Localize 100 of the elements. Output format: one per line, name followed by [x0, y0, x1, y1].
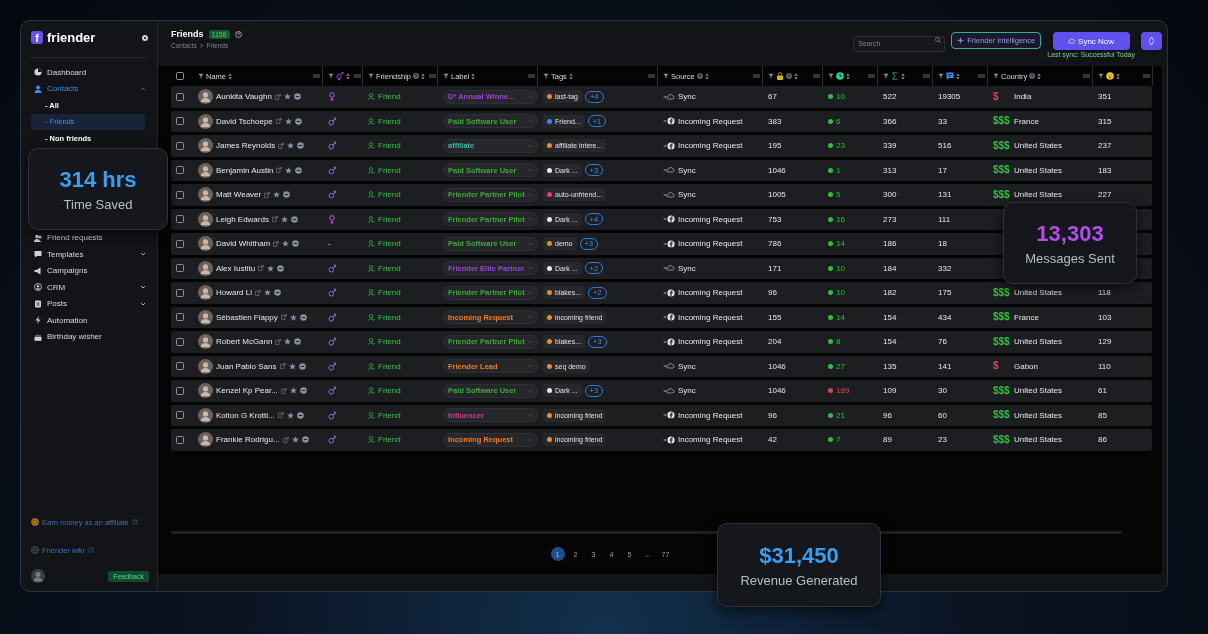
contact-name[interactable]: Aunkita Vaughn: [216, 92, 272, 102]
checkbox[interactable]: [176, 190, 184, 199]
person-check-icon: [368, 313, 375, 321]
wealth-indicator: $$$: [993, 189, 1010, 200]
nav-item[interactable]: CRM: [31, 279, 149, 296]
contact-name[interactable]: Benjamin Austin: [216, 165, 274, 175]
avatar-icon: [198, 260, 213, 276]
person-icon: [34, 84, 42, 93]
table-cell-text: 516: [937, 140, 953, 153]
table-cell-text: 23: [937, 434, 948, 447]
nav-item[interactable]: Automation: [31, 312, 149, 329]
star-icon: [287, 142, 295, 150]
external-link-icon: [278, 142, 285, 149]
nav-item[interactable]: Contacts: [31, 80, 149, 97]
checkbox[interactable]: [176, 92, 184, 101]
female-icon: [328, 214, 336, 224]
country-name: United States: [1014, 190, 1063, 200]
checkbox[interactable]: [176, 337, 184, 346]
wealth-indicator: $$$: [993, 165, 1010, 176]
nav-item[interactable]: Birthday wisher: [31, 328, 149, 345]
country-name: United States: [1014, 337, 1063, 347]
nav-item[interactable]: Friend requests: [31, 229, 149, 246]
friendship-status: Friend: [378, 116, 401, 126]
table-cell-text: 30: [937, 385, 948, 398]
table-cell-text: 522: [882, 91, 898, 104]
nav-item[interactable]: Dashboard: [31, 64, 149, 81]
checkbox[interactable]: [176, 166, 184, 175]
checkbox[interactable]: [176, 288, 184, 297]
nav-item[interactable]: Templates: [31, 246, 149, 263]
external-link-icon: [258, 265, 265, 272]
person-check-icon: [368, 93, 375, 101]
source-text: Incoming Request: [678, 288, 743, 298]
source-text: Sync: [678, 263, 696, 273]
contact-name[interactable]: Kenzel Kp Pear...: [216, 386, 278, 396]
checkbox[interactable]: [176, 141, 184, 150]
lightning-icon: [34, 316, 42, 325]
contact-name[interactable]: Sébastien Flappy: [216, 312, 278, 322]
checkbox[interactable]: [176, 117, 184, 126]
external-link-icon: [271, 216, 278, 223]
avatar-icon: [198, 113, 213, 129]
country-name: United States: [1014, 435, 1063, 445]
sync-button[interactable]: Sync Now: [1052, 32, 1130, 50]
table-cell-text: 111: [937, 213, 952, 226]
checkbox[interactable]: [176, 386, 184, 395]
wealth-indicator: $$$: [993, 410, 1010, 421]
external-link-icon: [131, 519, 138, 525]
star-icon: [286, 411, 294, 419]
contact-name[interactable]: Kolton G Krottl...: [216, 410, 275, 420]
avatar-icon: [198, 89, 213, 105]
contact-name[interactable]: Robert McGann: [216, 337, 273, 347]
person-check-icon: [368, 215, 375, 223]
source-text: Sync: [678, 386, 696, 396]
minus-circle-icon: [293, 93, 301, 101]
source-text: Incoming Request: [678, 141, 743, 151]
table-cell: 315: [1098, 116, 1112, 126]
friendship-status: Friend: [378, 337, 401, 347]
friendship-status: Friend: [378, 214, 401, 224]
table-cell-text: 184: [882, 262, 898, 275]
contact-name[interactable]: Leigh Edwards: [216, 214, 269, 224]
checkbox[interactable]: [176, 72, 184, 80]
table-cell-text: 383: [767, 115, 783, 128]
stat-label: Revenue Generated: [740, 572, 858, 588]
checkbox[interactable]: [176, 435, 184, 444]
contact-name[interactable]: David Tschoepe: [216, 116, 273, 126]
sort-icon: [901, 72, 905, 80]
table-cell-text: 76: [937, 336, 948, 349]
contact-name[interactable]: James Reynolds: [216, 141, 276, 151]
minus-circle-icon: [296, 411, 304, 419]
contact-name[interactable]: Alex Iustitu: [216, 263, 256, 273]
table-cell-text: 171: [767, 262, 783, 275]
checkbox[interactable]: [176, 313, 184, 322]
male-icon: [328, 116, 336, 126]
contact-name[interactable]: David Whitham: [216, 239, 271, 249]
activity-count: 1: [836, 165, 841, 175]
checkbox[interactable]: [176, 239, 184, 248]
country-name: India: [1014, 92, 1032, 102]
stat-value: 314 hrs: [59, 166, 137, 193]
person-check-icon: [368, 387, 375, 395]
caret-icon: [528, 388, 533, 393]
nav-item[interactable]: Posts: [31, 295, 149, 312]
friendship-status: Friend: [378, 92, 401, 102]
incoming-source-icon: [663, 313, 675, 322]
contact-name[interactable]: Juan Pablo Sans: [216, 361, 277, 371]
friendship-status: Friend: [378, 312, 401, 322]
table-cell: 118: [1098, 288, 1111, 298]
activity-count: 6: [836, 116, 841, 126]
contact-name[interactable]: Matt Weaver: [216, 190, 262, 200]
action-button[interactable]: [1141, 32, 1162, 50]
checkbox[interactable]: [176, 264, 184, 273]
contact-name[interactable]: Frankie Rodrigu...: [216, 435, 280, 445]
checkbox[interactable]: [176, 215, 184, 224]
checkbox[interactable]: [176, 362, 184, 371]
minus-circle-icon: [294, 117, 302, 125]
contact-name[interactable]: Howard Li: [216, 288, 252, 298]
minus-circle-icon: [297, 142, 305, 150]
checkbox[interactable]: [176, 411, 184, 420]
avatar-icon: [198, 358, 213, 374]
nav-item[interactable]: Campaigns: [31, 262, 149, 279]
table-cell-text: 60: [937, 409, 948, 422]
activity-count: 27: [836, 361, 845, 371]
